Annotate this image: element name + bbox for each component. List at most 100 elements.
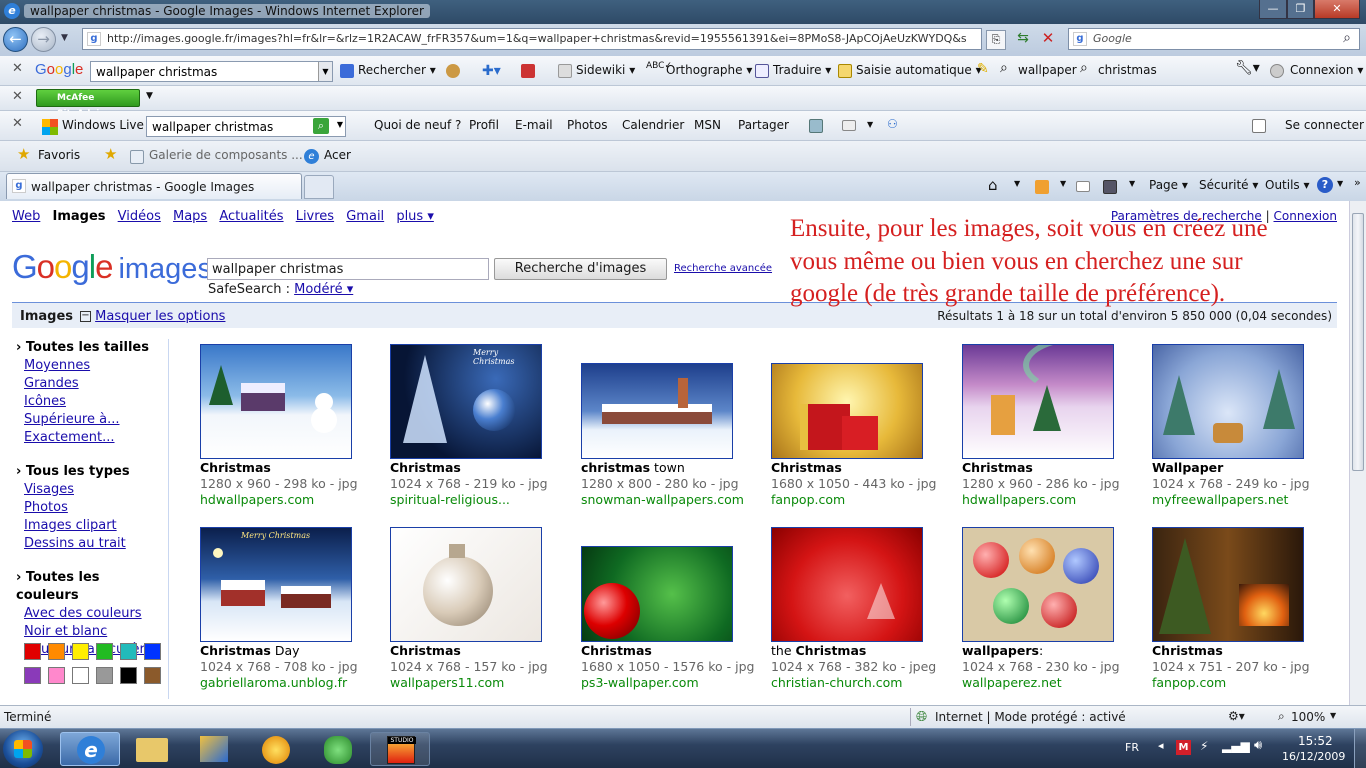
find-christmas-button[interactable]: christmas <box>1098 63 1157 77</box>
live-link-calendar[interactable]: Calendrier <box>622 118 684 132</box>
google-signin-button[interactable]: Connexion ▾ <box>1290 63 1363 77</box>
taskbar-messenger[interactable] <box>308 732 368 766</box>
result-thumb-12[interactable] <box>1152 527 1304 642</box>
live-link-share[interactable]: Partager <box>738 118 789 132</box>
size-medium[interactable]: Moyennes <box>24 357 166 375</box>
maximize-button[interactable]: ❐ <box>1287 0 1314 19</box>
types-heading[interactable]: › Tous les types <box>16 463 166 481</box>
result-title-1[interactable]: Christmas <box>200 460 271 475</box>
color-swatch[interactable] <box>144 643 161 660</box>
color-swatch[interactable] <box>24 643 41 660</box>
search-icon[interactable]: ⌕ <box>1343 30 1351 46</box>
home-icon[interactable]: ⌂ <box>988 176 998 194</box>
live-link-whats-new[interactable]: Quoi de neuf ? <box>374 118 461 132</box>
sizes-heading[interactable]: › Toutes les tailles <box>16 339 166 357</box>
color-bw[interactable]: Noir et blanc <box>24 623 166 641</box>
autofill-button[interactable]: Saisie automatique ▾ <box>856 63 982 77</box>
color-swatch[interactable] <box>96 643 113 660</box>
vertical-scrollbar[interactable] <box>1349 201 1366 705</box>
chevron-down-icon[interactable]: ▼ <box>1337 179 1343 188</box>
mcafee-dropdown-icon[interactable]: ▼ <box>146 91 153 101</box>
chevron-down-icon[interactable]: ▼ <box>1330 711 1336 720</box>
result-title-3[interactable]: christmas town <box>581 460 685 475</box>
color-swatch[interactable] <box>72 643 89 660</box>
close-toolbar-icon[interactable]: ✕ <box>12 61 23 76</box>
sidewiki-button[interactable]: Sidewiki ▾ <box>576 63 635 77</box>
more-icon[interactable]: » <box>1354 176 1361 189</box>
hide-options-link[interactable]: − Masquer les options <box>80 309 225 324</box>
status-protected-icon[interactable]: ⚙︎▾ <box>1228 709 1245 723</box>
security-menu[interactable]: Sécurité ▾ <box>1199 178 1258 192</box>
chevron-down-icon[interactable]: ▼ <box>1060 179 1066 188</box>
close-button[interactable]: ✕ <box>1314 0 1360 19</box>
safesearch-dropdown[interactable]: Modéré ▾ <box>294 282 353 297</box>
live-search-icon[interactable]: ⌕ <box>313 118 329 134</box>
mcafee-tray-icon[interactable]: M <box>1176 740 1191 755</box>
result-thumb-4[interactable] <box>771 363 923 459</box>
type-clipart[interactable]: Images clipart <box>24 517 166 535</box>
volume-icon[interactable]: 🔊︎ <box>1254 738 1262 753</box>
start-button[interactable] <box>3 730 43 768</box>
read-mail-icon[interactable] <box>1076 181 1090 192</box>
type-lineart[interactable]: Dessins au trait <box>24 535 166 553</box>
toolbar-search-button[interactable]: Rechercher ▾ <box>358 63 436 77</box>
result-thumb-1[interactable] <box>200 344 352 459</box>
live-mail-icon[interactable] <box>842 120 856 131</box>
result-thumb-6[interactable] <box>1152 344 1304 459</box>
help-icon[interactable]: ? <box>1317 177 1333 193</box>
size-exactly[interactable]: Exactement... <box>24 429 166 447</box>
google-toolbar-search-input[interactable]: wallpaper christmas ▼ <box>90 61 333 82</box>
type-photos[interactable]: Photos <box>24 499 166 517</box>
result-title-6[interactable]: Wallpaper <box>1152 460 1223 475</box>
result-thumb-11[interactable] <box>962 527 1114 642</box>
nav-books[interactable]: Livres <box>296 209 334 224</box>
tools-menu[interactable]: Outils ▾ <box>1265 178 1310 192</box>
google-images-logo[interactable]: Google images <box>12 248 212 286</box>
network-icon[interactable]: ▂▄▆ <box>1222 739 1250 753</box>
result-title-12[interactable]: Christmas <box>1152 643 1223 658</box>
result-thumb-3[interactable] <box>581 363 733 459</box>
size-larger-than[interactable]: Supérieure à... <box>24 411 166 429</box>
live-pics-icon[interactable] <box>809 119 823 133</box>
highlight-icon[interactable]: ✎ <box>977 61 989 77</box>
color-swatch[interactable] <box>144 667 161 684</box>
result-title-11[interactable]: wallpapers: <box>962 643 1043 658</box>
clock-date[interactable]: 16/12/2009 <box>1282 750 1345 763</box>
live-link-email[interactable]: E-mail <box>515 118 553 132</box>
history-dropdown-icon[interactable]: ▼ <box>61 33 68 43</box>
color-swatch[interactable] <box>96 667 113 684</box>
wrench-icon[interactable]: 🔧︎▾ <box>1235 60 1260 76</box>
color-swatch[interactable] <box>48 667 65 684</box>
clock-time[interactable]: 15:52 <box>1298 734 1333 748</box>
address-bar[interactable]: g http://images.google.fr/images?hl=fr&l… <box>82 28 982 50</box>
color-swatch[interactable] <box>120 643 137 660</box>
zoom-level[interactable]: 100% <box>1291 710 1325 724</box>
compat-view-icon[interactable]: ⎘ <box>986 30 1006 50</box>
tray-expand-icon[interactable]: ◂ <box>1158 739 1164 752</box>
size-large[interactable]: Grandes <box>24 375 166 393</box>
chevron-down-icon[interactable]: ▼ <box>337 120 343 129</box>
taskbar-paint[interactable] <box>184 732 244 766</box>
taskbar-ie[interactable]: e <box>60 732 120 766</box>
result-title-7[interactable]: Christmas Day <box>200 643 300 658</box>
back-button[interactable]: ← <box>3 27 28 52</box>
nav-web[interactable]: Web <box>12 209 40 224</box>
new-tab-button[interactable] <box>304 175 334 199</box>
result-thumb-7[interactable]: Merry Christmas <box>200 527 352 642</box>
result-title-10[interactable]: the Christmas <box>771 643 866 658</box>
result-title-4[interactable]: Christmas <box>771 460 842 475</box>
rss-feeds-icon[interactable] <box>1035 180 1049 194</box>
tab-active[interactable]: g wallpaper christmas - Google Images <box>6 173 302 199</box>
chevron-down-icon[interactable]: ▼ <box>318 62 332 81</box>
bookmark-icon[interactable] <box>446 64 460 78</box>
mcafee-siteadvisor-button[interactable]: McAfee SiteAdvisor <box>36 89 140 119</box>
chevron-down-icon[interactable]: ▼ <box>867 120 873 129</box>
result-thumb-5[interactable] <box>962 344 1114 459</box>
color-swatch[interactable] <box>48 643 65 660</box>
close-mcafee-toolbar-icon[interactable]: ✕ <box>12 89 23 104</box>
page-menu[interactable]: Page ▾ <box>1149 178 1188 192</box>
colors-heading[interactable]: › Toutes les couleurs <box>16 569 166 605</box>
live-link-profile[interactable]: Profil <box>469 118 499 132</box>
color-swatch[interactable] <box>72 667 89 684</box>
result-thumb-9[interactable] <box>581 546 733 642</box>
